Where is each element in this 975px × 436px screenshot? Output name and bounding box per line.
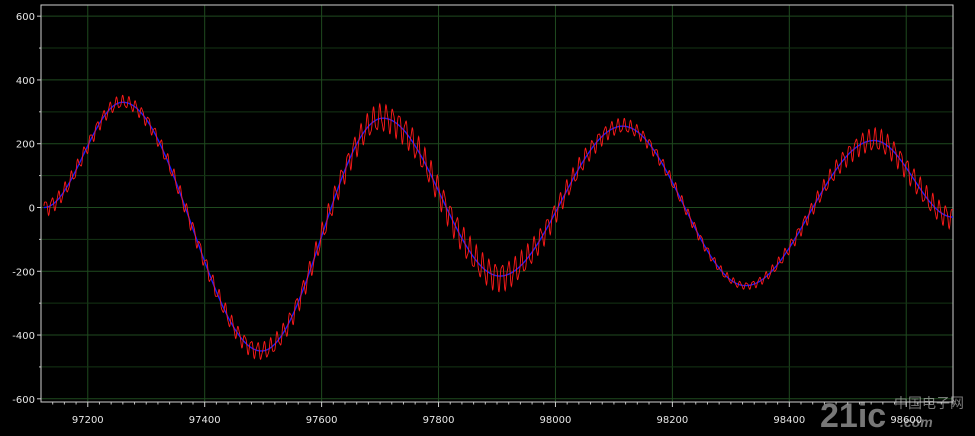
y-tick-label: 400 (16, 76, 35, 87)
watermark-subtext: 中国电子网 (894, 396, 964, 412)
y-tick-label: -200 (12, 267, 35, 278)
watermark-domain: .com (900, 414, 933, 430)
x-tick-label: 98400 (773, 415, 805, 426)
x-tick-label: 97400 (189, 415, 221, 426)
y-tick-label: 600 (16, 12, 35, 23)
x-tick-label: 98200 (656, 415, 688, 426)
y-tick-label: 200 (16, 140, 35, 151)
y-tick-label: 0 (29, 203, 35, 214)
y-tick-label: -600 (12, 395, 35, 406)
watermark-logo: 21ic (820, 397, 886, 435)
chart: 97200 97400 97600 97800 98000 98200 98400 98600… (0, 0, 975, 436)
y-tick-label: -400 (12, 331, 35, 342)
chart-background (0, 0, 975, 436)
x-tick-label: 97600 (306, 415, 338, 426)
x-tick-label: 97200 (72, 415, 104, 426)
x-tick-label: 97800 (423, 415, 455, 426)
x-tick-label: 98000 (540, 415, 572, 426)
